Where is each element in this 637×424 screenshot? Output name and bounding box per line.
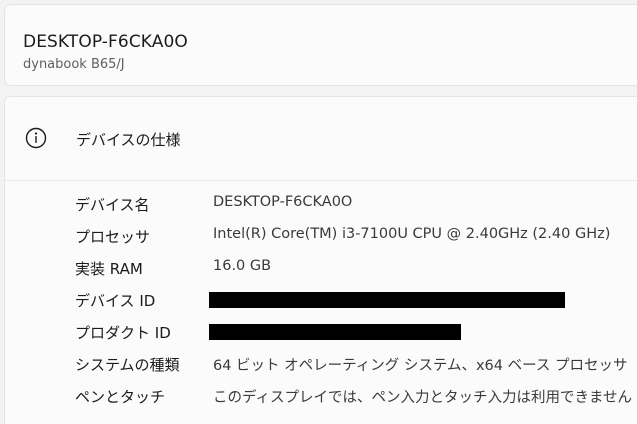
- spec-row-ram: 実装 RAM 16.0 GB: [5, 254, 637, 284]
- device-name: DESKTOP-F6CKA0O: [23, 32, 188, 52]
- spec-label: デバイス ID: [75, 292, 156, 310]
- spec-value: 64 ビット オペレーティング システム、x64 ベース プロセッサ: [213, 358, 628, 374]
- spec-row-system-type: システムの種類 64 ビット オペレーティング システム、x64 ベース プロセ…: [5, 350, 637, 380]
- system-about-page: DESKTOP-F6CKA0O dynabook B65/J デバイスの仕様 デ…: [0, 0, 637, 424]
- spec-label: デバイス名: [75, 196, 150, 214]
- spec-row-processor: プロセッサ Intel(R) Core(TM) i3-7100U CPU @ 2…: [5, 222, 637, 252]
- spec-label: システムの種類: [75, 356, 180, 374]
- spec-value: DESKTOP-F6CKA0O: [213, 194, 353, 210]
- device-specs-title: デバイスの仕様: [76, 131, 181, 149]
- info-icon: [24, 126, 48, 150]
- spec-value: このディスプレイでは、ペン入力とタッチ入力は利用できません: [213, 390, 633, 406]
- spec-label: 実装 RAM: [75, 260, 143, 278]
- device-card: DESKTOP-F6CKA0O dynabook B65/J: [4, 4, 637, 86]
- spec-value: Intel(R) Core(TM) i3-7100U CPU @ 2.40GHz…: [213, 226, 611, 242]
- device-model: dynabook B65/J: [23, 57, 125, 72]
- spec-row-pen-touch: ペンとタッチ このディスプレイでは、ペン入力とタッチ入力は利用できません: [5, 382, 637, 412]
- spec-row-product-id: プロダクト ID: [5, 318, 637, 348]
- spec-label: プロダクト ID: [75, 324, 171, 342]
- redacted-value: [209, 292, 565, 308]
- spec-row-device-id: デバイス ID: [5, 286, 637, 316]
- device-specs-header[interactable]: デバイスの仕様: [5, 97, 637, 181]
- spec-label: ペンとタッチ: [75, 388, 166, 406]
- device-specs-card: デバイスの仕様 デバイス名 DESKTOP-F6CKA0O プロセッサ Inte…: [4, 96, 637, 424]
- spec-value: 16.0 GB: [213, 258, 272, 274]
- spec-row-device-name: デバイス名 DESKTOP-F6CKA0O: [5, 190, 637, 220]
- spec-label: プロセッサ: [75, 228, 151, 246]
- redacted-value: [209, 324, 461, 340]
